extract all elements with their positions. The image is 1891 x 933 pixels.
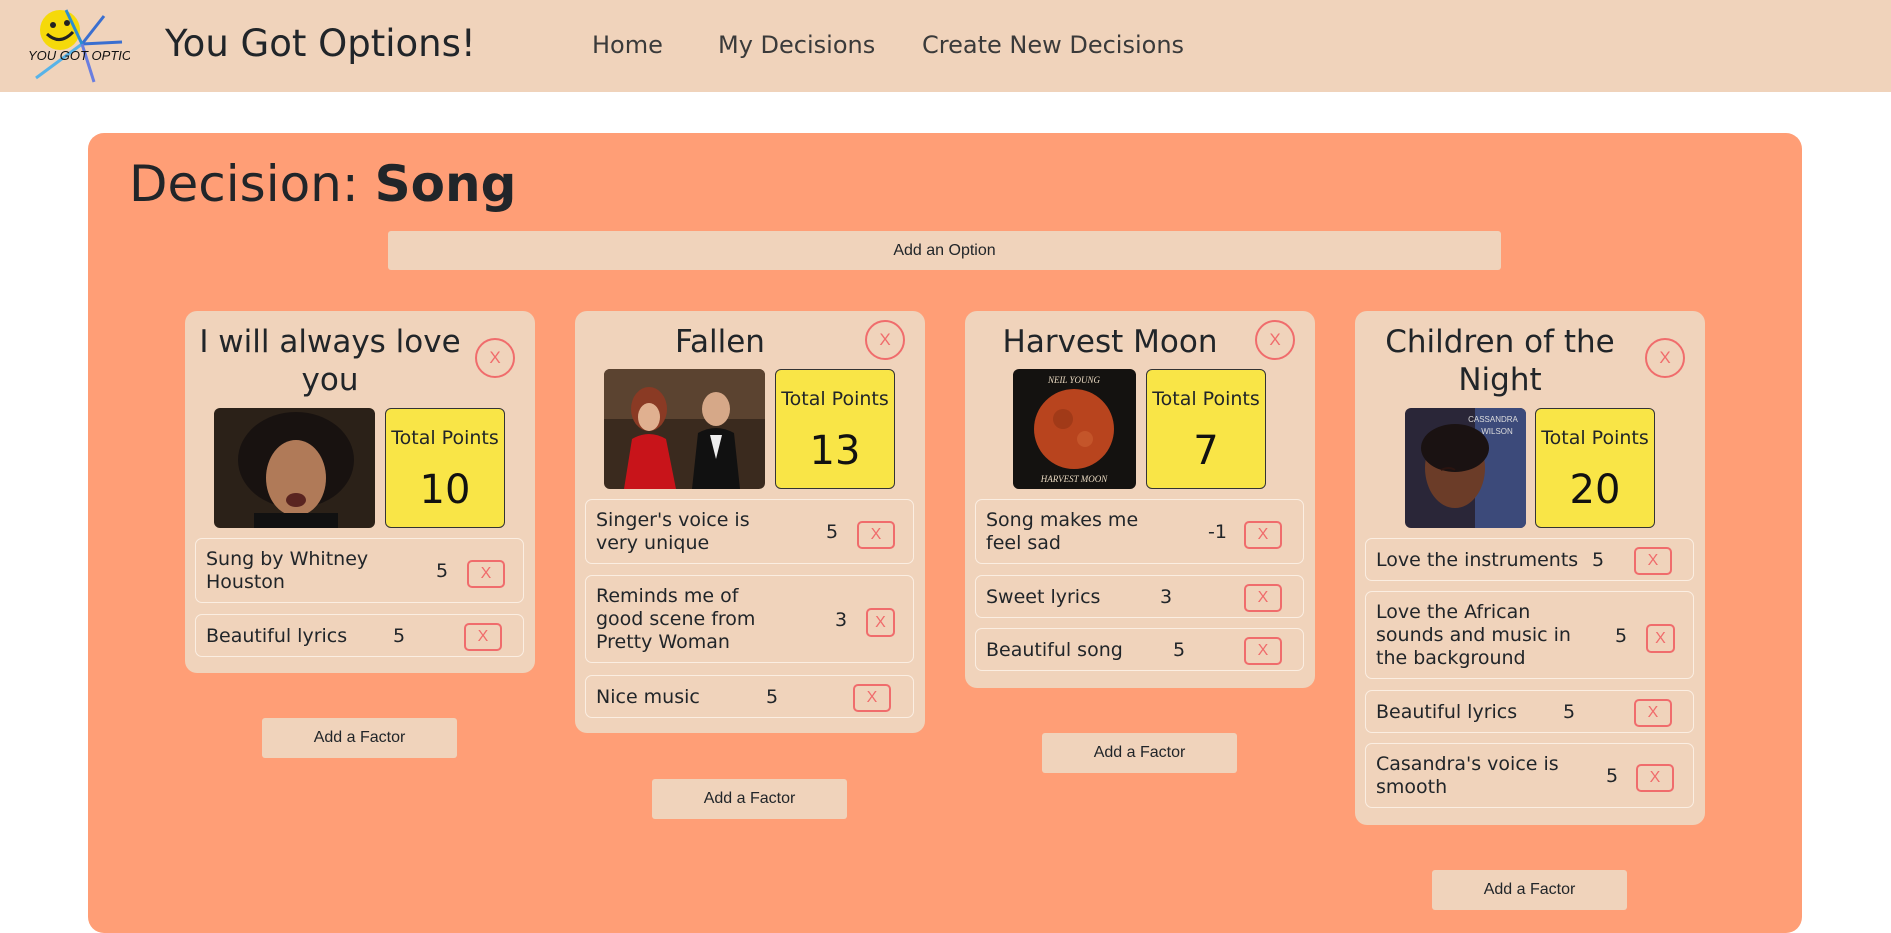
total-points-box: Total Points 7 [1146, 369, 1266, 489]
factor-text: Beautiful lyrics [206, 625, 348, 647]
factor-text: Beautiful song [986, 639, 1123, 661]
option-image [604, 369, 765, 489]
factor-value: 5 [1563, 701, 1576, 723]
factor-value: 5 [766, 686, 779, 708]
add-factor-button[interactable]: Add a Factor [1432, 870, 1627, 910]
svg-text:WILSON: WILSON [1481, 427, 1513, 436]
factor-row: Nice music 5 X [585, 675, 914, 718]
factor-text: Reminds me of good scene from Pretty Wom… [596, 585, 756, 653]
factor-text: Sweet lyrics [986, 586, 1101, 608]
factor-text: Song makes me feel sad [986, 509, 1139, 554]
factor-row: Casandra's voice is smooth 5 X [1365, 743, 1694, 808]
total-points-box: Total Points 20 [1535, 408, 1655, 528]
remove-factor-button[interactable]: X [1244, 521, 1282, 549]
remove-option-button[interactable]: X [475, 338, 515, 378]
remove-factor-button[interactable]: X [1244, 637, 1282, 665]
nav-home[interactable]: Home [592, 31, 663, 59]
decision-title: Decision: Song [129, 155, 516, 213]
factor-row: Beautiful lyrics 5 X [195, 614, 524, 657]
remove-factor-button[interactable]: X [853, 684, 891, 712]
total-points-value: 13 [809, 428, 861, 474]
svg-text:NEIL YOUNG: NEIL YOUNG [1047, 375, 1101, 385]
brand-title[interactable]: You Got Options! [165, 22, 476, 65]
factor-value: -1 [1208, 521, 1227, 543]
remove-factor-button[interactable]: X [857, 521, 895, 549]
factor-row: Love the African sounds and music in the… [1365, 591, 1694, 679]
factor-value: 5 [1173, 639, 1186, 661]
factor-text: Singer's voice is very unique [596, 509, 750, 554]
svg-text:CASSANDRA: CASSANDRA [1468, 415, 1518, 424]
factor-row: Singer's voice is very unique 5 X [585, 499, 914, 564]
option-title: Children of the Night [1385, 324, 1615, 398]
factor-row: Beautiful lyrics 5 X [1365, 690, 1694, 733]
remove-factor-button[interactable]: X [1646, 624, 1675, 653]
factor-row: Sung by Whitney Houston 5 X [195, 538, 524, 603]
remove-option-button[interactable]: X [865, 320, 905, 360]
factor-text: Casandra's voice is smooth [1376, 753, 1559, 798]
remove-factor-button[interactable]: X [1634, 547, 1672, 575]
factor-text: Nice music [596, 686, 700, 708]
decision-name: Song [374, 155, 517, 213]
total-points-label: Total Points [781, 388, 889, 410]
factor-value: 5 [393, 625, 406, 647]
remove-factor-button[interactable]: X [467, 560, 505, 588]
factor-text: Love the instruments [1376, 549, 1579, 571]
factor-row: Sweet lyrics 3 X [975, 575, 1304, 618]
option-image: CASSANDRA WILSON [1405, 408, 1526, 528]
total-points-label: Total Points [391, 427, 499, 449]
remove-factor-button[interactable]: X [1636, 764, 1674, 792]
svg-text:HARVEST MOON: HARVEST MOON [1040, 474, 1108, 484]
nav-create-new-decisions[interactable]: Create New Decisions [922, 31, 1184, 59]
logo[interactable]: YOU GOT OPTIONS! [22, 4, 130, 88]
total-points-box: Total Points 13 [775, 369, 895, 489]
svg-text:YOU GOT OPTIONS!: YOU GOT OPTIONS! [28, 48, 130, 63]
factor-text: Beautiful lyrics [1376, 701, 1518, 723]
factor-value: 5 [1615, 625, 1628, 647]
option-image [214, 408, 375, 528]
factor-row: Love the instruments 5 X [1365, 538, 1694, 581]
factor-row: Beautiful song 5 X [975, 628, 1304, 671]
total-points-label: Total Points [1541, 427, 1649, 449]
factor-row: Reminds me of good scene from Pretty Wom… [585, 575, 914, 663]
remove-option-button[interactable]: X [1645, 338, 1685, 378]
factor-text: Love the African sounds and music in the… [1376, 601, 1571, 669]
decision-prefix: Decision: [129, 155, 359, 213]
add-factor-button[interactable]: Add a Factor [652, 779, 847, 819]
factor-row: Song makes me feel sad -1 X [975, 499, 1304, 564]
total-points-value: 20 [1569, 467, 1621, 513]
remove-factor-button[interactable]: X [866, 608, 895, 637]
add-factor-button[interactable]: Add a Factor [262, 718, 457, 758]
add-factor-button[interactable]: Add a Factor [1042, 733, 1237, 773]
factor-text: Sung by Whitney Houston [206, 548, 369, 593]
option-title: Harvest Moon [1002, 324, 1218, 360]
factor-value: 5 [1606, 765, 1619, 787]
factor-value: 3 [835, 609, 848, 631]
factor-value: 5 [826, 521, 839, 543]
remove-factor-button[interactable]: X [1244, 584, 1282, 612]
option-image: NEIL YOUNG HARVEST MOON [1013, 369, 1136, 489]
add-option-button[interactable]: Add an Option [388, 231, 1501, 270]
nav-my-decisions[interactable]: My Decisions [718, 31, 875, 59]
factor-value: 5 [1592, 549, 1605, 571]
remove-factor-button[interactable]: X [1634, 699, 1672, 727]
navbar: YOU GOT OPTIONS! You Got Options! Home M… [0, 0, 1891, 92]
remove-factor-button[interactable]: X [464, 623, 502, 651]
total-points-label: Total Points [1152, 388, 1260, 410]
total-points-value: 10 [419, 467, 471, 513]
option-title: I will always love you [199, 324, 461, 398]
factor-value: 3 [1160, 586, 1173, 608]
total-points-box: Total Points 10 [385, 408, 505, 528]
total-points-value: 7 [1193, 428, 1219, 474]
remove-option-button[interactable]: X [1255, 320, 1295, 360]
factor-value: 5 [436, 560, 449, 582]
option-title: Fallen [675, 324, 765, 360]
